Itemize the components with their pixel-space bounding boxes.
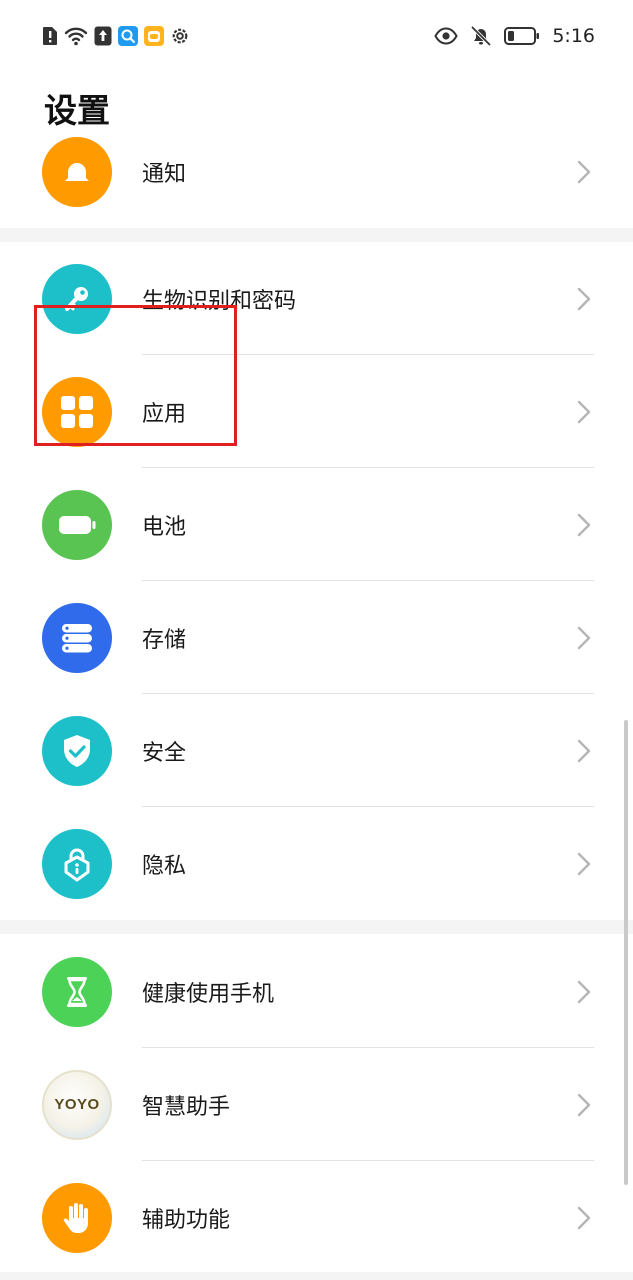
settings-item-label: 通知 — [142, 161, 187, 187]
settings-item-privacy[interactable]: 隐私 — [0, 807, 633, 920]
chevron-right-icon — [577, 513, 591, 536]
settings-item-accessibility[interactable]: 辅助功能 — [0, 1161, 633, 1274]
settings-item-label: 安全 — [142, 740, 187, 766]
settings-item-label: 应用 — [142, 401, 187, 427]
settings-item-label: 辅助功能 — [142, 1207, 231, 1233]
settings-item-label: 存储 — [142, 627, 187, 653]
search-app-icon — [118, 26, 138, 46]
settings-item-notifications[interactable]: 通知 — [0, 115, 633, 228]
key-icon — [42, 263, 112, 334]
settings-item-label: 智慧助手 — [142, 1094, 231, 1120]
section-gap — [0, 920, 633, 934]
storage-icon — [42, 602, 112, 673]
wifi-icon — [64, 27, 88, 46]
hand-icon — [42, 1182, 112, 1253]
section-gap — [0, 228, 633, 242]
privacy-lock-icon — [42, 828, 112, 899]
app-notification-icon — [144, 26, 164, 46]
status-right-icons: 5:16 — [434, 22, 595, 50]
hourglass-icon — [42, 956, 112, 1027]
settings-item-assistant[interactable]: YOYO 智慧助手 — [0, 1048, 633, 1161]
alert-sim-icon — [43, 27, 57, 45]
settings-item-label: 健康使用手机 — [142, 981, 275, 1007]
bell-off-icon — [471, 26, 492, 46]
shield-check-icon — [42, 715, 112, 786]
chevron-right-icon — [577, 400, 591, 423]
battery-icon — [504, 27, 540, 45]
settings-item-storage[interactable]: 存储 — [0, 581, 633, 694]
scrollbar[interactable] — [624, 720, 628, 1185]
yoyo-icon: YOYO — [42, 1069, 112, 1140]
chevron-right-icon — [577, 1093, 591, 1116]
chevron-right-icon — [577, 287, 591, 310]
eye-icon — [434, 27, 458, 45]
settings-item-apps[interactable]: 应用 — [0, 355, 633, 468]
chevron-right-icon — [577, 739, 591, 762]
chevron-right-icon — [577, 160, 591, 183]
settings-item-biometrics[interactable]: 生物识别和密码 — [0, 242, 633, 355]
grid-icon — [42, 376, 112, 447]
yoyo-badge: YOYO — [54, 1096, 100, 1113]
gear-icon — [172, 28, 188, 44]
settings-item-label: 电池 — [142, 514, 187, 540]
chevron-right-icon — [577, 626, 591, 649]
section-gap — [0, 1272, 633, 1280]
bell-icon — [42, 136, 112, 207]
chevron-right-icon — [577, 852, 591, 875]
settings-item-label: 生物识别和密码 — [142, 288, 297, 314]
settings-item-digital-balance[interactable]: 健康使用手机 — [0, 935, 633, 1048]
status-left-icons — [42, 25, 190, 47]
status-bar: 5:16 — [0, 0, 633, 72]
status-time: 5:16 — [552, 25, 595, 47]
settings-item-security[interactable]: 安全 — [0, 694, 633, 807]
settings-item-battery[interactable]: 电池 — [0, 468, 633, 581]
upload-icon — [94, 26, 112, 46]
chevron-right-icon — [577, 980, 591, 1003]
battery-icon — [42, 489, 112, 560]
settings-item-label: 隐私 — [142, 853, 187, 879]
chevron-right-icon — [577, 1206, 591, 1229]
